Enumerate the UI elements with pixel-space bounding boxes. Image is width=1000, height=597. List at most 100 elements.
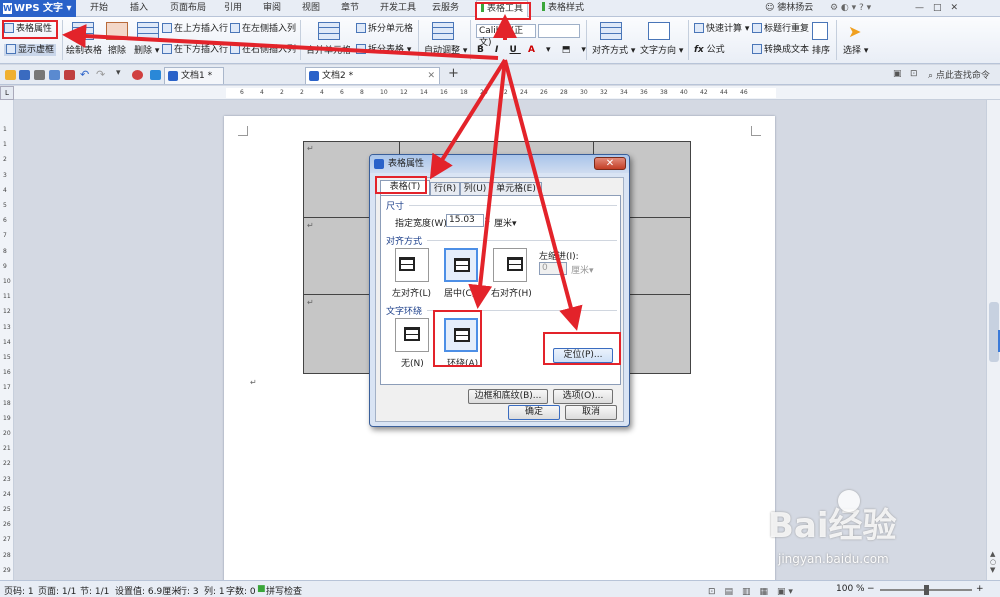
pdf-icon[interactable] — [64, 70, 75, 80]
zoom-out-icon[interactable]: − — [867, 584, 875, 594]
view-icons[interactable]: ⊡ ▤ ▥ ▦ ▣ ▾ — [708, 584, 793, 597]
split-cell-button[interactable]: 拆分单元格 — [356, 23, 413, 35]
scroll-nav-icon[interactable]: ▲ ○ ▼ — [990, 550, 996, 574]
menu-review[interactable]: 审阅 — [263, 0, 281, 17]
vertical-ruler[interactable]: 1 1 2 3 4 5 6 7 8 9 10 11 12 13 14 15 16 17 18 19 20 21 22 23 24… — [0, 100, 14, 589]
options-button[interactable]: 选项(O)... — [553, 389, 613, 404]
menu-insert[interactable]: 插入 — [130, 0, 148, 17]
align-group-label: 对齐方式 — [386, 237, 423, 247]
dialog-title: 表格属性 — [388, 159, 425, 169]
tab-cell[interactable]: 单元格(E) — [490, 182, 542, 196]
indent-input[interactable]: 0 — [539, 262, 567, 275]
align-left-icon — [399, 257, 415, 271]
menu-view[interactable]: 视图 — [302, 0, 320, 17]
width-spinner-icon[interactable]: ▲ ▼ — [485, 213, 490, 227]
autofit-icon — [432, 22, 454, 40]
insert-above-button[interactable]: 在上方插入行 — [162, 23, 228, 35]
window-buttons[interactable]: — □ ✕ — [915, 0, 958, 17]
wrap-none-option[interactable] — [395, 318, 429, 352]
merge-cells-button[interactable]: 合并单元格 — [306, 45, 351, 57]
menu-developer[interactable]: 开发工具 — [380, 0, 416, 17]
menu-references[interactable]: 引用 — [224, 0, 242, 17]
show-gridlines-label: 显示虚框 — [18, 45, 55, 55]
font-size-select[interactable] — [538, 24, 580, 38]
zoom-in-icon[interactable]: + — [976, 584, 984, 594]
ruler-tick-label: 2 — [3, 156, 7, 164]
formula-button[interactable]: fx 公式 — [694, 44, 725, 56]
quick-calc-button[interactable]: 快速计算 ▾ — [694, 23, 749, 35]
user-account[interactable]: ☺ 德林扬云 — [765, 0, 813, 17]
indent-unit[interactable]: 厘米▾ — [571, 263, 594, 276]
command-search[interactable]: ⌕ 点此查找命令 — [928, 68, 990, 81]
align-right-option[interactable] — [493, 248, 527, 282]
open-folder-icon[interactable] — [5, 70, 16, 80]
menu-page-layout[interactable]: 页面布局 — [170, 0, 206, 17]
delete-button[interactable]: 删除 ▾ — [134, 45, 159, 57]
wps-cloud-icon[interactable] — [132, 70, 143, 80]
autofit-button[interactable]: 自动调整 ▾ — [424, 45, 467, 57]
draw-table-button[interactable]: 绘制表格 — [66, 45, 102, 57]
dialog-titlebar[interactable]: 表格属性 — [370, 155, 629, 173]
cancel-button[interactable]: 取消 — [565, 405, 617, 420]
status-spell[interactable]: 拼写检查 — [266, 584, 302, 597]
align-left-option[interactable] — [395, 248, 429, 282]
align-center-option[interactable] — [444, 248, 478, 282]
wrap-none-label: 无(N) — [401, 359, 424, 369]
redo-icon[interactable]: ↷ — [96, 68, 105, 81]
print-preview-icon[interactable] — [49, 70, 60, 80]
undo-icon[interactable]: ↶ — [80, 68, 89, 81]
customize-dropdown-icon[interactable]: ▾ — [116, 68, 121, 78]
show-gridlines-button[interactable]: 显示虚框 — [4, 44, 57, 56]
tab-stop-icon[interactable]: L — [0, 86, 14, 100]
width-input[interactable]: 15.03 — [446, 214, 484, 227]
align-button[interactable]: 对齐方式 ▾ — [592, 45, 635, 57]
ruler-tick-label: 6 — [3, 217, 7, 225]
sort-button[interactable]: 排序 — [812, 45, 830, 57]
comment-icon[interactable]: ▣ — [893, 69, 902, 79]
doc-tab-2[interactable]: 文档2 * ✕ — [305, 67, 440, 84]
doc-tab-1[interactable]: 文档1 * — [164, 67, 224, 84]
font-name-select[interactable]: Calibri (正文) — [476, 24, 536, 48]
insert-right-button[interactable]: 在右侧插入列 — [230, 44, 296, 56]
vertical-scrollbar[interactable]: ▲ ○ ▼ — [986, 100, 1000, 580]
width-unit[interactable]: 厘米▾ — [494, 216, 517, 229]
tab-row[interactable]: 行(R) — [430, 182, 460, 196]
tab-column[interactable]: 列(U) — [460, 182, 490, 196]
to-text-button[interactable]: 转换成文本 — [752, 44, 809, 56]
select-button[interactable]: 选择 ▾ — [843, 45, 868, 57]
align-right-icon — [507, 257, 523, 271]
status-zoom[interactable]: 100 % — [836, 584, 865, 594]
insert-left-icon — [230, 23, 240, 33]
cube-icon[interactable] — [150, 70, 161, 80]
insert-below-button[interactable]: 在下方插入行 — [162, 44, 228, 56]
zoom-slider-thumb[interactable] — [924, 585, 929, 595]
app-menu-button[interactable]: W WPS 文字 ▾ — [0, 0, 76, 17]
window-controls[interactable]: ⚙ ◐ ▾ ? ▾ — [830, 0, 871, 17]
doc-tab-2-label: 文档2 * — [322, 71, 354, 81]
text-direction-button[interactable]: 文字方向 ▾ — [640, 45, 683, 57]
print-icon[interactable] — [34, 70, 45, 80]
expand-icon[interactable]: ⊡ — [910, 69, 918, 79]
insert-left-button[interactable]: 在左侧插入列 — [230, 23, 296, 35]
save-icon[interactable] — [19, 70, 30, 80]
erase-button[interactable]: 擦除 — [108, 45, 126, 57]
ruler-tick-label: 22 — [3, 460, 11, 468]
ok-button[interactable]: 确定 — [508, 405, 560, 420]
separator — [688, 20, 689, 60]
ruler-tick-label: 5 — [3, 202, 7, 209]
menu-chapter[interactable]: 章节 — [341, 0, 359, 17]
horizontal-ruler[interactable]: 6 4 2 2 4 6 8 10 12 14 16 18 20 22 24 26 28 30 32 34 36 38 40 4… — [14, 86, 1000, 100]
split-table-button[interactable]: 拆分表格 ▾ — [356, 44, 411, 56]
ruler-tick-label: 44 — [720, 89, 728, 96]
borders-shading-button[interactable]: 边框和底纹(B)... — [468, 389, 548, 404]
close-button[interactable]: ✕ — [594, 157, 626, 170]
repeat-header-icon — [752, 23, 762, 33]
close-tab-icon[interactable]: ✕ — [427, 68, 435, 84]
align-center-label: 居中(C) — [444, 289, 476, 299]
new-tab-icon[interactable]: + — [448, 66, 459, 81]
menu-start[interactable]: 开始 — [90, 0, 108, 17]
menu-cloud[interactable]: 云服务 — [432, 0, 459, 17]
repeat-header-button[interactable]: 标题行重复 — [752, 23, 809, 35]
font-format-buttons[interactable]: B I U A ▾ ⬒ ▾ — [477, 44, 590, 56]
menu-table-style[interactable]: 表格样式 — [542, 0, 584, 17]
